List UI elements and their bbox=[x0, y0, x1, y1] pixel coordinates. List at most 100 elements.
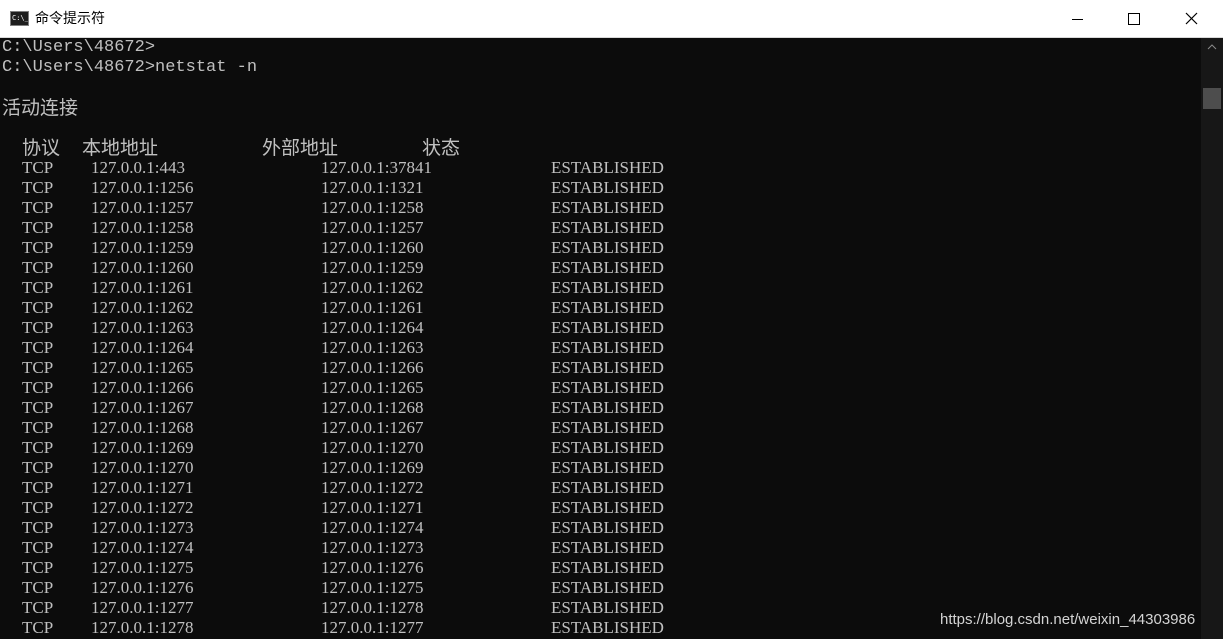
scroll-thumb[interactable] bbox=[1203, 88, 1221, 109]
protocol-cell: TCP bbox=[22, 238, 54, 257]
close-icon bbox=[1185, 12, 1198, 25]
table-row: TCP 127.0.0.1:1257 127.0.0.1:1258 ESTABLISH… bbox=[0, 198, 1200, 218]
state-cell: ESTABLISHED bbox=[551, 378, 664, 397]
table-row: TCP 127.0.0.1:1264 127.0.0.1:1263 ESTABLISH… bbox=[0, 338, 1200, 358]
foreign-address-cell: 127.0.0.1:1258 bbox=[321, 198, 424, 217]
foreign-address-cell: 127.0.0.1:1264 bbox=[321, 318, 424, 337]
local-address-cell: 127.0.0.1:1273 bbox=[91, 518, 194, 537]
foreign-address-cell: 127.0.0.1:1268 bbox=[321, 398, 424, 417]
foreign-address-cell: 127.0.0.1:1266 bbox=[321, 358, 424, 377]
table-row: TCP 127.0.0.1:1266 127.0.0.1:1265 ESTABLISH… bbox=[0, 378, 1200, 398]
header-state: 状态 bbox=[422, 137, 461, 159]
protocol-cell: TCP bbox=[22, 218, 54, 237]
table-row: TCP 127.0.0.1:1275 127.0.0.1:1276 ESTABLISH… bbox=[0, 558, 1200, 578]
state-cell: ESTABLISHED bbox=[551, 158, 664, 177]
state-cell: ESTABLISHED bbox=[551, 398, 664, 417]
state-cell: ESTABLISHED bbox=[551, 238, 664, 257]
state-cell: ESTABLISHED bbox=[551, 558, 664, 577]
foreign-address-cell: 127.0.0.1:1257 bbox=[321, 218, 424, 237]
state-cell: ESTABLISHED bbox=[551, 418, 664, 437]
table-row: TCP 127.0.0.1:1261 127.0.0.1:1262 ESTABLISH… bbox=[0, 278, 1200, 298]
command-line: C:\Users\48672>netstat -n bbox=[2, 58, 258, 77]
table-row: TCP 127.0.0.1:1256 127.0.0.1:1321 ESTABLISH… bbox=[0, 178, 1200, 198]
foreign-address-cell: 127.0.0.1:1263 bbox=[321, 338, 424, 357]
state-cell: ESTABLISHED bbox=[551, 198, 664, 217]
foreign-address-cell: 127.0.0.1:37841 bbox=[321, 158, 432, 177]
table-row: TCP 127.0.0.1:1272 127.0.0.1:1271 ESTABLISH… bbox=[0, 498, 1200, 518]
watermark-text: https://blog.csdn.net/weixin_44303986 bbox=[940, 611, 1196, 628]
protocol-cell: TCP bbox=[22, 158, 54, 177]
state-cell: ESTABLISHED bbox=[551, 298, 664, 317]
table-row: TCP 127.0.0.1:1274 127.0.0.1:1273 ESTABLISH… bbox=[0, 538, 1200, 558]
state-cell: ESTABLISHED bbox=[551, 438, 664, 457]
foreign-address-cell: 127.0.0.1:1275 bbox=[321, 578, 424, 597]
local-address-cell: 127.0.0.1:1261 bbox=[91, 278, 194, 297]
protocol-cell: TCP bbox=[22, 538, 54, 557]
state-cell: ESTABLISHED bbox=[551, 318, 664, 337]
command-prompt-icon: C:\_ bbox=[10, 11, 29, 26]
table-row: TCP 127.0.0.1:1268 127.0.0.1:1267 ESTABLISH… bbox=[0, 418, 1200, 438]
local-address-cell: 127.0.0.1:1256 bbox=[91, 178, 194, 197]
foreign-address-cell: 127.0.0.1:1261 bbox=[321, 298, 424, 317]
state-cell: ESTABLISHED bbox=[551, 258, 664, 277]
header-foreign-address: 外部地址 bbox=[262, 137, 339, 159]
state-cell: ESTABLISHED bbox=[551, 598, 664, 617]
maximize-button[interactable] bbox=[1106, 0, 1164, 37]
state-cell: ESTABLISHED bbox=[551, 618, 664, 637]
table-row: TCP 127.0.0.1:1270 127.0.0.1:1269 ESTABLISH… bbox=[0, 458, 1200, 478]
scroll-up-arrow-icon[interactable] bbox=[1207, 44, 1217, 50]
table-row: TCP 127.0.0.1:1271 127.0.0.1:1272 ESTABLISH… bbox=[0, 478, 1200, 498]
protocol-cell: TCP bbox=[22, 398, 54, 417]
console-output[interactable]: C:\Users\48672> C:\Users\48672>netstat -… bbox=[0, 38, 1201, 639]
local-address-cell: 127.0.0.1:1278 bbox=[91, 618, 194, 637]
foreign-address-cell: 127.0.0.1:1321 bbox=[321, 178, 424, 197]
local-address-cell: 127.0.0.1:1265 bbox=[91, 358, 194, 377]
close-button[interactable] bbox=[1164, 0, 1222, 37]
table-row: TCP 127.0.0.1:1267 127.0.0.1:1268 ESTABLISH… bbox=[0, 398, 1200, 418]
window-title: 命令提示符 bbox=[35, 11, 105, 27]
state-cell: ESTABLISHED bbox=[551, 458, 664, 477]
table-row: TCP 127.0.0.1:1263 127.0.0.1:1264 ESTABLISH… bbox=[0, 318, 1200, 338]
table-row: TCP 127.0.0.1:1273 127.0.0.1:1274 ESTABLISH… bbox=[0, 518, 1200, 538]
foreign-address-cell: 127.0.0.1:1262 bbox=[321, 278, 424, 297]
table-row: TCP 127.0.0.1:1262 127.0.0.1:1261 ESTABLISH… bbox=[0, 298, 1200, 318]
protocol-cell: TCP bbox=[22, 338, 54, 357]
minimize-button[interactable] bbox=[1048, 0, 1106, 37]
foreign-address-cell: 127.0.0.1:1272 bbox=[321, 478, 424, 497]
minimize-icon bbox=[1072, 19, 1083, 20]
local-address-cell: 127.0.0.1:1260 bbox=[91, 258, 194, 277]
prompt-line: C:\Users\48672> bbox=[2, 38, 156, 57]
protocol-cell: TCP bbox=[22, 498, 54, 517]
protocol-cell: TCP bbox=[22, 318, 54, 337]
protocol-cell: TCP bbox=[22, 458, 54, 477]
local-address-cell: 127.0.0.1:1267 bbox=[91, 398, 194, 417]
title-bar[interactable]: C:\_ 命令提示符 bbox=[0, 0, 1223, 38]
protocol-cell: TCP bbox=[22, 518, 54, 537]
state-cell: ESTABLISHED bbox=[551, 338, 664, 357]
foreign-address-cell: 127.0.0.1:1276 bbox=[321, 558, 424, 577]
local-address-cell: 127.0.0.1:1276 bbox=[91, 578, 194, 597]
local-address-cell: 127.0.0.1:1277 bbox=[91, 598, 194, 617]
table-row: TCP 127.0.0.1:1259 127.0.0.1:1260 ESTABLISH… bbox=[0, 238, 1200, 258]
local-address-cell: 127.0.0.1:1270 bbox=[91, 458, 194, 477]
state-cell: ESTABLISHED bbox=[551, 478, 664, 497]
table-row: TCP 127.0.0.1:1260 127.0.0.1:1259 ESTABLISH… bbox=[0, 258, 1200, 278]
local-address-cell: 127.0.0.1:1269 bbox=[91, 438, 194, 457]
protocol-cell: TCP bbox=[22, 618, 54, 637]
local-address-cell: 127.0.0.1:1257 bbox=[91, 198, 194, 217]
local-address-cell: 127.0.0.1:1271 bbox=[91, 478, 194, 497]
foreign-address-cell: 127.0.0.1:1273 bbox=[321, 538, 424, 557]
table-row: TCP 127.0.0.1:443 127.0.0.1:37841 ESTABLISH… bbox=[0, 158, 1200, 178]
local-address-cell: 127.0.0.1:1263 bbox=[91, 318, 194, 337]
state-cell: ESTABLISHED bbox=[551, 218, 664, 237]
vertical-scrollbar[interactable] bbox=[1201, 38, 1223, 639]
foreign-address-cell: 127.0.0.1:1274 bbox=[321, 518, 424, 537]
protocol-cell: TCP bbox=[22, 418, 54, 437]
protocol-cell: TCP bbox=[22, 198, 54, 217]
state-cell: ESTABLISHED bbox=[551, 518, 664, 537]
header-local-address: 本地地址 bbox=[82, 137, 159, 159]
local-address-cell: 127.0.0.1:1275 bbox=[91, 558, 194, 577]
local-address-cell: 127.0.0.1:1264 bbox=[91, 338, 194, 357]
section-title: 活动连接 bbox=[2, 97, 79, 119]
table-row: TCP 127.0.0.1:1276 127.0.0.1:1275 ESTABLISH… bbox=[0, 578, 1200, 598]
